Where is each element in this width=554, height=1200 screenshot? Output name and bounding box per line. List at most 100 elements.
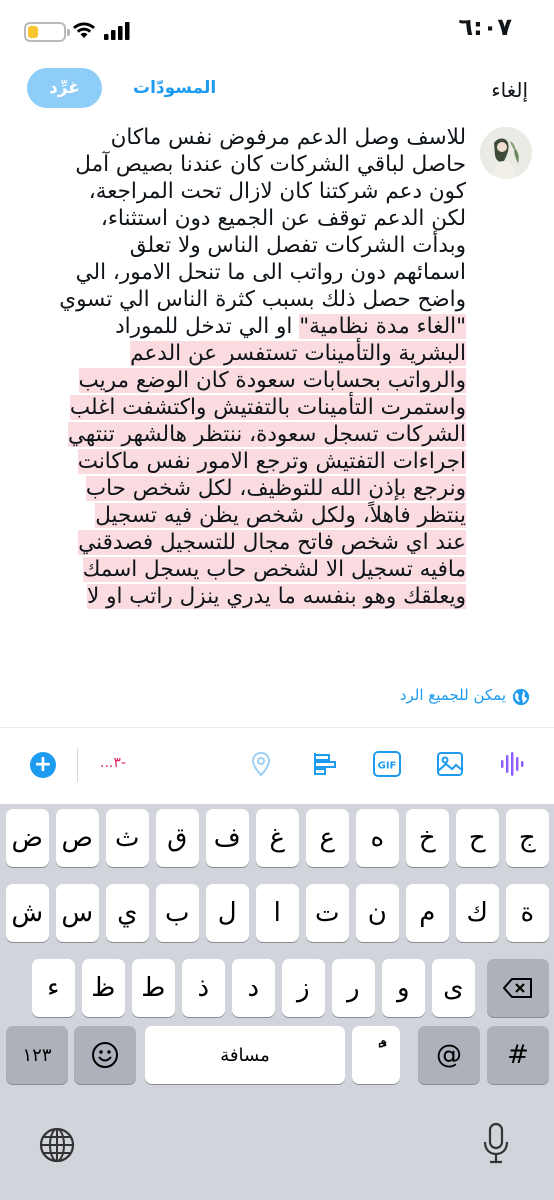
tweet-text-line: اسمائهم دون رواتب الى ما تنحل الامور، ال… [21,259,466,286]
keyboard-key[interactable]: ع [305,809,349,867]
keyboard-key[interactable]: ل [205,884,249,942]
drafts-button[interactable]: المسودّات [133,78,216,98]
tweet-text-line: "الغاء مدة نظامية" او الي تدخل للموراد [21,313,466,340]
keyboard-key[interactable]: ش [5,884,49,942]
tweet-text-segment: اسمائهم دون رواتب الى ما تنحل الامور، ال… [75,260,466,285]
poll-icon[interactable] [309,749,339,779]
keyboard-key[interactable]: ي [105,884,149,942]
tweet-text-line: حاصل لباقي الشركات كان عندنا بصيص آمل [21,151,466,178]
add-tweet-button[interactable]: + [30,752,56,778]
globe-icon [512,688,530,706]
tweet-text-segment: حاصل لباقي الشركات كان عندنا بصيص آمل [75,152,466,177]
status-bar: ٦:٠٧ [0,0,554,60]
tweet-text-segment: وبدأت الشركات تفصل الناس ولا تعلق [129,233,466,258]
keyboard-key[interactable]: ط [131,959,175,1017]
overflow-text: الشركات تسجل سعودة، ننتظر هالشهر تنتهي [67,422,466,447]
backspace-key[interactable] [487,959,549,1017]
keyboard-key[interactable]: ج [505,809,549,867]
compose-toolbar: + -٣... GIF [0,728,554,804]
tweet-text-line: مافيه تسجيل الا لشخص حاب يسجل اسمك [21,556,466,583]
keyboard-key[interactable]: ذ [181,959,225,1017]
overflow-text: البشرية والتأمينات تستفسر عن الدعم [130,341,466,366]
globe-icon[interactable] [38,1126,76,1164]
overflow-text: ويعلقك وهو بنفسه ما يدري ينزل راتب او لا [87,584,466,609]
overflow-text: مافيه تسجيل الا لشخص حاب يسجل اسمك [82,557,466,582]
keyboard-key[interactable]: ر [331,959,375,1017]
keyboard-key[interactable]: ث [105,809,149,867]
keyboard-key[interactable]: م [405,884,449,942]
tweet-button[interactable]: غرِّد [27,68,102,108]
compose-header: غرِّد المسودّات إلغاء [0,60,554,120]
numbers-key[interactable]: ١٢٣ [6,1026,68,1084]
keyboard-key[interactable]: ك [455,884,499,942]
tweet-text-line: ويعلقك وهو بنفسه ما يدري ينزل راتب او لا [21,583,466,610]
keyboard-key[interactable]: ز [281,959,325,1017]
wifi-icon [73,22,95,38]
reply-setting[interactable]: يمكن للجميع الرد [0,676,554,722]
keyboard-key[interactable]: ا [255,884,299,942]
keyboard-key[interactable]: ت [305,884,349,942]
tanween-key[interactable]: ًٌ [352,1026,400,1084]
keyboard-key[interactable]: ء [31,959,75,1017]
arabic-keyboard: ١٢٣ مسافة ًٌ @ # جحخهعغفقثصض ةكمنتالبيسش ى… [0,804,554,1200]
keyboard-key[interactable]: غ [255,809,299,867]
keyboard-key[interactable]: ص [55,809,99,867]
overflow-text: اجراءات التفتيش وترجع الامور نفس ماكانت [77,449,466,474]
avatar-illustration-icon [480,127,532,179]
hash-key[interactable]: # [487,1026,549,1084]
tweet-text-line: عند اي شخص فاتح مجال للتسجيل فصدقني [21,529,466,556]
image-icon[interactable] [435,749,465,779]
keyboard-key[interactable]: ض [5,809,49,867]
keyboard-key[interactable]: ف [205,809,249,867]
keyboard-key[interactable]: ن [355,884,399,942]
tweet-text-line: اجراءات التفتيش وترجع الامور نفس ماكانت [21,448,466,475]
toolbar-separator [77,748,78,782]
tweet-text-line: والرواتب بحسابات سعودة كان الوضع مريب [21,367,466,394]
keyboard-key[interactable]: ه [355,809,399,867]
space-key[interactable]: مسافة [145,1026,345,1084]
avatar[interactable] [480,127,532,179]
tweet-text-input[interactable]: للاسف وصل الدعم مرفوض نفس ماكان حاصل لباق… [21,124,466,610]
cellular-signal-icon [104,22,130,40]
keyboard-key[interactable]: و [381,959,425,1017]
keyboard-key[interactable]: ة [505,884,549,942]
tweet-text-line: وبدأت الشركات تفصل الناس ولا تعلق [21,232,466,259]
keyboard-key[interactable]: ى [431,959,475,1017]
gif-icon[interactable]: GIF [372,749,402,779]
tweet-text-segment: واضح حصل ذلك بسبب كثرة الناس الي تسوي [59,287,466,312]
overflow-text: ينتظر فاهلاً، ولكل شخص يظن فيه تسجيل [95,503,466,528]
text-clip [0,665,554,675]
keyboard-key[interactable]: خ [405,809,449,867]
overflow-text: والرواتب بحسابات سعودة كان الوضع مريب [78,368,466,393]
tweet-text-line: الشركات تسجل سعودة، ننتظر هالشهر تنتهي [21,421,466,448]
tweet-text-segment: للاسف وصل الدعم مرفوض نفس ماكان [110,125,466,150]
keyboard-key[interactable]: د [231,959,275,1017]
keyboard-key[interactable]: ح [455,809,499,867]
reply-setting-label[interactable]: يمكن للجميع الرد [370,686,506,704]
microphone-icon[interactable] [482,1122,510,1166]
overflow-text: عند اي شخص فاتح مجال للتسجيل فصدقني [78,530,466,555]
at-key[interactable]: @ [418,1026,480,1084]
character-count: -٣... [100,755,126,771]
backspace-icon [503,978,532,998]
keyboard-key[interactable]: ظ [81,959,125,1017]
keyboard-key[interactable]: س [55,884,99,942]
tweet-text-line: واضح حصل ذلك بسبب كثرة الناس الي تسوي [21,286,466,313]
status-time: ٦:٠٧ [458,13,512,41]
location-icon[interactable] [246,749,276,779]
overflow-text: واستمرت التأمينات بالتفتيش واكتشفت اغلب [69,395,466,420]
tweet-text-line: لكن الدعم توقف عن الجميع دون استثناء، [21,205,466,232]
tweet-text-line: واستمرت التأمينات بالتفتيش واكتشفت اغلب [21,394,466,421]
tweet-text-line: ينتظر فاهلاً، ولكل شخص يظن فيه تسجيل [21,502,466,529]
emoji-key[interactable] [74,1026,136,1084]
battery-level [28,26,38,38]
battery-icon [24,22,70,42]
keyboard-key[interactable]: ب [155,884,199,942]
keyboard-key[interactable]: ق [155,809,199,867]
cancel-button[interactable]: إلغاء [491,78,528,102]
tweet-text-segment: كون دعم شركتنا كان لازال تحت المراجعة، [88,179,466,204]
voice-icon[interactable] [497,749,527,779]
tweet-text-line: كون دعم شركتنا كان لازال تحت المراجعة، [21,178,466,205]
overflow-text: "الغاء مدة نظامية" [299,314,466,339]
tweet-text-line: للاسف وصل الدعم مرفوض نفس ماكان [21,124,466,151]
